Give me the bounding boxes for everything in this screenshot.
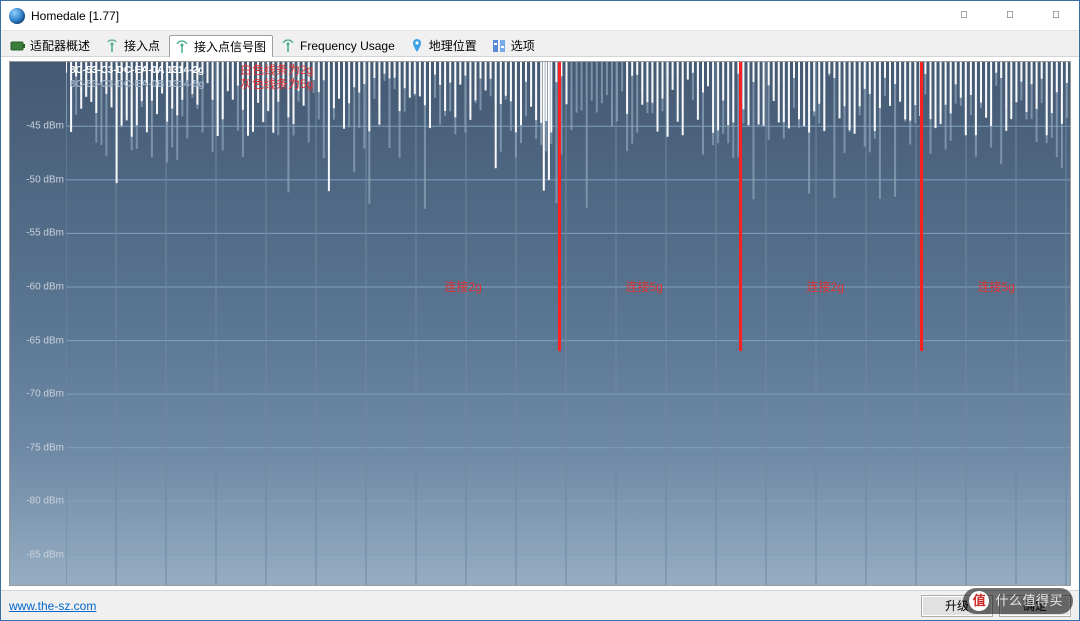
tab-label: Frequency Usage xyxy=(300,39,395,53)
adapter-icon xyxy=(10,38,26,54)
app-icon xyxy=(9,8,25,24)
legend-series-2: 8C-53-C3-DC-EA-0B 1314-5g xyxy=(70,78,204,92)
antenna-freq-icon xyxy=(280,38,296,54)
antenna-graph-icon xyxy=(174,39,190,55)
signal-chart: -45 dBm -50 dBm -55 dBm -60 dBm -65 dBm -70 d… xyxy=(9,61,1071,586)
tab-geo-location[interactable]: 地理位置 xyxy=(404,34,484,56)
region-annotation: 连接5g xyxy=(625,281,662,293)
chart-legend: 8C-53-C3-DC-EA-0A 1314-2g 8C-53-C3-DC-EA… xyxy=(70,64,204,92)
window-title: Homedale [1.77] xyxy=(31,9,119,23)
options-icon xyxy=(491,38,507,54)
y-tick-label: -80 dBm xyxy=(14,496,64,507)
annotation-legend2: 灰色线条为5g xyxy=(240,78,313,90)
region-annotation: 连接2g xyxy=(807,281,844,293)
region-annotation: 连接2g xyxy=(444,281,481,293)
y-tick-label: -75 dBm xyxy=(14,442,64,453)
tab-options[interactable]: 选项 xyxy=(486,34,542,56)
y-tick-label: -85 dBm xyxy=(14,549,64,560)
section-marker xyxy=(739,62,742,351)
location-pin-icon xyxy=(409,38,425,54)
tab-access-points[interactable]: 接入点 xyxy=(99,34,167,56)
vendor-link[interactable]: www.the-sz.com xyxy=(9,599,96,613)
region-annotation: 连接5g xyxy=(978,281,1015,293)
annotation-legend1: 白色线条为2g xyxy=(240,64,313,76)
y-tick-label: -55 dBm xyxy=(14,228,64,239)
maximize-button[interactable]:  xyxy=(987,1,1033,31)
toolbar: 适配器概述 接入点 接入点信号图 Frequency Usage 地理位置 选项 xyxy=(1,31,1079,57)
y-tick-label: -50 dBm xyxy=(14,174,64,185)
section-marker xyxy=(558,62,561,351)
y-tick-label: -45 dBm xyxy=(14,121,64,132)
y-axis: -45 dBm -50 dBm -55 dBm -60 dBm -65 dBm -70 d… xyxy=(10,62,66,585)
close-button[interactable]:  xyxy=(1033,1,1079,31)
tab-label: 地理位置 xyxy=(429,37,477,54)
tab-label: 接入点信号图 xyxy=(194,38,266,55)
antenna-icon xyxy=(104,38,120,54)
tab-adapter-overview[interactable]: 适配器概述 xyxy=(5,34,97,56)
footer: www.the-sz.com 升级 确定 xyxy=(1,590,1079,620)
watermark: 什么值得买 xyxy=(963,588,1073,614)
tab-frequency-usage[interactable]: Frequency Usage xyxy=(275,34,402,56)
titlebar: Homedale [1.77]    xyxy=(1,1,1079,31)
legend-series-1: 8C-53-C3-DC-EA-0A 1314-2g xyxy=(70,64,204,78)
tab-label: 适配器概述 xyxy=(30,37,90,54)
y-tick-label: -70 dBm xyxy=(14,389,64,400)
tab-label: 接入点 xyxy=(124,37,160,54)
y-tick-label: -65 dBm xyxy=(14,335,64,346)
y-tick-label: -60 dBm xyxy=(14,282,64,293)
tab-signal-graph[interactable]: 接入点信号图 xyxy=(169,35,273,57)
tab-label: 选项 xyxy=(511,37,535,54)
section-marker xyxy=(920,62,923,351)
minimize-button[interactable]:  xyxy=(941,1,987,31)
